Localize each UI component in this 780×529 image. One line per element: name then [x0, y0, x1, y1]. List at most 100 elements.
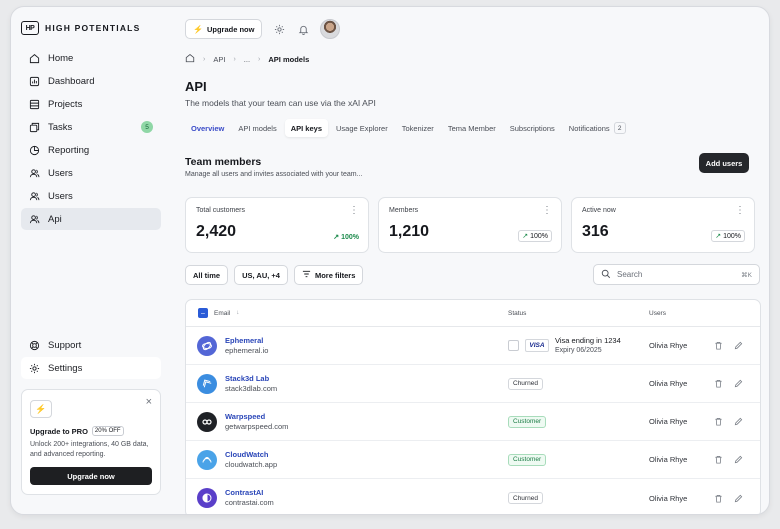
company-domain: stack3dlab.com [225, 383, 278, 393]
tab-tema-member[interactable]: Tema Member [442, 119, 502, 137]
brand-logo[interactable]: HP HIGH POTENTIALS [21, 17, 161, 39]
search-box[interactable]: ⌘K [593, 264, 760, 285]
sidebar-item-tasks[interactable]: Tasks 5 [21, 116, 161, 138]
bell-icon[interactable] [296, 22, 310, 36]
sidebar-item-label: Users [48, 190, 73, 202]
company-logo [197, 335, 217, 356]
card-ending: Visa ending in 1234 [555, 335, 621, 345]
edit-icon[interactable] [733, 417, 743, 427]
user-name: Olivia Rhye [649, 417, 688, 426]
sidebar-item-home[interactable]: Home [21, 47, 161, 69]
tab-usage-explorer[interactable]: Usage Explorer [330, 119, 394, 137]
trend-up-icon: ↗ [715, 233, 722, 240]
search-input[interactable] [617, 270, 736, 279]
tasks-count-badge: 5 [141, 121, 153, 133]
lightning-icon: ⚡ [193, 24, 203, 34]
row-actions [709, 417, 743, 427]
company-name[interactable]: Ephemeral [225, 336, 268, 346]
status-cell: Customer [508, 415, 649, 428]
stat-change-value: 100% [341, 233, 359, 241]
column-header-label: Email [214, 309, 231, 317]
table-row[interactable]: Warpspeed getwarpspeed.com Customer Oliv… [186, 403, 760, 441]
upgrade-button-label: Upgrade now [206, 24, 255, 34]
company-domain: contrastai.com [225, 498, 274, 507]
company-name[interactable]: Warpspeed [225, 412, 288, 422]
logo-mark: HP [21, 21, 39, 35]
breadcrumb-item[interactable]: API [213, 55, 225, 64]
home-icon[interactable] [185, 53, 195, 65]
company-name[interactable]: CloudWatch [225, 450, 277, 460]
upgrade-button[interactable]: ⚡ Upgrade now [185, 19, 263, 39]
tab-overview[interactable]: Overview [185, 119, 230, 137]
sidebar-item-api[interactable]: Api [21, 208, 161, 230]
stat-change: ↗ 100% [711, 230, 745, 242]
add-users-button[interactable]: Add users [699, 153, 749, 173]
more-vertical-icon[interactable]: ⋮ [349, 205, 359, 216]
edit-icon[interactable] [733, 455, 743, 465]
trash-icon[interactable] [713, 379, 723, 389]
breadcrumb-item[interactable]: ... [244, 55, 250, 64]
chevron-right-icon: › [233, 55, 236, 63]
tab-subscriptions[interactable]: Subscriptions [504, 119, 561, 137]
table-row[interactable]: ContrastAI contrastai.com Churned Olivia… [186, 479, 760, 514]
gear-icon[interactable] [272, 22, 286, 36]
section-subtitle: Manage all users and invites associated … [185, 171, 363, 178]
sidebar-item-support[interactable]: Support [21, 334, 161, 356]
sidebar-item-users-2[interactable]: Users [21, 185, 161, 207]
sidebar-item-label: Settings [48, 362, 83, 374]
tab-notifications[interactable]: Notifications 2 [563, 119, 632, 137]
stat-value: 1,210 [389, 223, 430, 240]
table-row[interactable]: Stack3d Lab stack3dlab.com Churned Olivi… [186, 365, 760, 403]
table-row[interactable]: CloudWatch cloudwatch.app Customer Olivi… [186, 441, 760, 479]
more-vertical-icon[interactable]: ⋮ [735, 205, 745, 216]
more-vertical-icon[interactable]: ⋮ [542, 205, 552, 216]
region-filter-button[interactable]: US, AU, +4 [234, 265, 288, 285]
row-checkbox[interactable] [508, 340, 519, 351]
column-header-status[interactable]: Status [508, 310, 649, 317]
row-actions [709, 493, 743, 503]
promo-upgrade-button[interactable]: Upgrade now [30, 467, 152, 485]
trash-icon[interactable] [713, 417, 723, 427]
tab-api-models[interactable]: API models [232, 119, 282, 137]
sidebar-item-label: Dashboard [48, 75, 95, 87]
company-name[interactable]: ContrastAI [225, 488, 274, 498]
sidebar-item-label: Support [48, 339, 82, 351]
edit-icon[interactable] [733, 379, 743, 389]
sidebar-item-users[interactable]: Users [21, 162, 161, 184]
tab-bar: Overview API models API keys Usage Explo… [185, 119, 632, 137]
sidebar-item-dashboard[interactable]: Dashboard [21, 70, 161, 92]
trash-icon[interactable] [713, 455, 723, 465]
status-cell: Churned [508, 377, 649, 390]
sidebar-item-projects[interactable]: Projects [21, 93, 161, 115]
table-row[interactable]: Ephemeral ephemeral.io VISA Visa ending … [186, 327, 760, 365]
tab-tokenizer[interactable]: Tokenizer [396, 119, 440, 137]
support-icon [28, 339, 40, 351]
company-name[interactable]: Stack3d Lab [225, 374, 277, 384]
visa-card-icon: VISA [525, 339, 549, 352]
projects-icon [28, 98, 40, 110]
status-cell: Customer [508, 453, 649, 466]
edit-icon[interactable] [733, 341, 743, 351]
column-header-email[interactable]: – Email ↓ [186, 308, 508, 318]
more-filters-button[interactable]: More filters [293, 265, 364, 285]
stat-change: ↗ 100% [518, 230, 552, 242]
column-header-users[interactable]: Users [649, 310, 709, 317]
avatar[interactable] [320, 19, 341, 39]
sidebar-item-settings[interactable]: Settings [21, 357, 161, 379]
tab-api-keys[interactable]: API keys [284, 119, 328, 137]
close-icon[interactable]: × [146, 396, 152, 408]
status-cell: Churned [508, 492, 649, 504]
time-filter-button[interactable]: All time [185, 265, 229, 285]
card-expiry: Expiry 06/2025 [555, 346, 602, 354]
page-subtitle: The models that your team can use via th… [185, 98, 376, 108]
users-icon [28, 213, 40, 225]
table-header: – Email ↓ Status Users [186, 300, 760, 327]
sidebar-item-reporting[interactable]: Reporting [21, 139, 161, 161]
row-actions [709, 455, 743, 465]
trash-icon[interactable] [713, 493, 723, 503]
select-all-checkbox[interactable]: – [198, 308, 208, 318]
trash-icon[interactable] [713, 341, 723, 351]
edit-icon[interactable] [733, 493, 743, 503]
stat-card-members: Members ⋮ 1,210 ↗ 100% [378, 197, 562, 253]
status-badge: Churned [508, 377, 543, 390]
